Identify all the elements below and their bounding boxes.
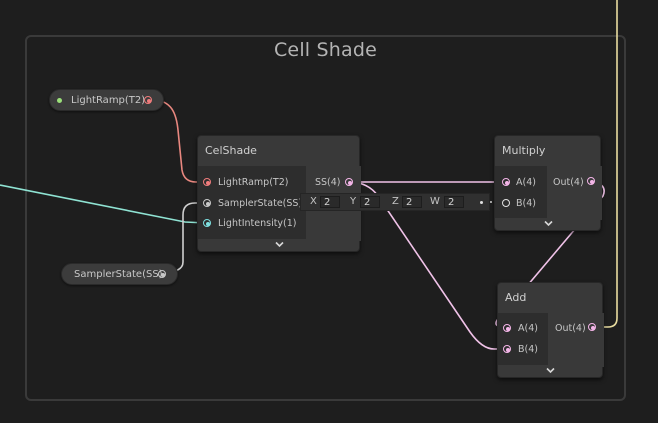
input-label-light-intensity: LightIntensity(1)	[218, 218, 297, 229]
node-footer[interactable]	[495, 218, 600, 230]
add-input-port-b[interactable]	[503, 345, 511, 353]
property-light-ramp[interactable]: LightRamp(T2)	[49, 89, 164, 111]
w-value[interactable]: 2	[444, 196, 464, 208]
x-label: X	[310, 196, 317, 207]
z-label: Z	[392, 196, 399, 207]
z-value[interactable]: 2	[402, 196, 422, 208]
multiply-input-port-b[interactable]	[502, 199, 510, 207]
input-port-sampler-state[interactable]	[203, 199, 211, 207]
add-input-label-a: A(4)	[518, 323, 538, 334]
add-output-port[interactable]	[588, 323, 596, 331]
node-title[interactable]: Add	[498, 283, 602, 313]
sampler-port-icon[interactable]	[158, 270, 166, 278]
add-output-label: Out(4)	[555, 323, 586, 334]
property-sampler-state[interactable]: SamplerState(SS)	[61, 263, 178, 285]
multiply-input-label-a: A(4)	[516, 177, 536, 188]
multiply-output-port[interactable]	[587, 177, 595, 185]
x-value[interactable]: 2	[320, 196, 340, 208]
chevron-down-icon[interactable]	[543, 219, 553, 228]
multiply-output-label: Out(4)	[553, 177, 584, 188]
vector4-input-field[interactable]: X 2 Y 2 Z 2 W 2	[300, 193, 490, 211]
chevron-down-icon[interactable]	[546, 366, 555, 375]
y-value[interactable]: 2	[360, 196, 380, 208]
property-light-ramp-label: LightRamp(T2)	[71, 95, 146, 106]
node-body	[498, 313, 604, 367]
node-title[interactable]: Multiply	[495, 136, 600, 166]
bool-dot-icon	[57, 98, 62, 103]
multiply-input-label-b: B(4)	[516, 198, 536, 209]
add-input-port-a[interactable]	[503, 324, 511, 332]
property-sampler-state-label: SamplerState(SS)	[74, 269, 163, 280]
y-label: Y	[350, 196, 357, 207]
node-body	[495, 166, 602, 220]
multiply-input-port-a[interactable]	[502, 178, 510, 186]
graph-canvas[interactable]: Cell Shade LightRamp(T2) SamplerState(SS…	[0, 0, 658, 423]
input-port-light-intensity[interactable]	[203, 219, 211, 227]
output-port-ss[interactable]	[345, 178, 353, 186]
w-label: W	[430, 196, 440, 207]
output-column	[547, 166, 602, 220]
node-footer[interactable]	[198, 239, 359, 251]
node-add[interactable]: Add	[497, 282, 604, 378]
node-title[interactable]: CelShade	[198, 136, 359, 166]
node-footer[interactable]	[498, 365, 602, 377]
output-column	[548, 313, 604, 367]
input-label-light-ramp: LightRamp(T2)	[218, 177, 289, 188]
chevron-down-icon[interactable]	[274, 240, 284, 249]
vector-connector-dot-icon	[480, 201, 483, 204]
group-title[interactable]: Cell Shade	[27, 39, 624, 61]
output-label-ss: SS(4)	[315, 177, 341, 188]
add-input-label-b: B(4)	[518, 344, 538, 355]
input-label-sampler-state: SamplerState(SS)	[218, 198, 303, 209]
texture-port-icon[interactable]	[144, 96, 152, 104]
input-port-light-ramp[interactable]	[203, 178, 211, 186]
node-multiply[interactable]: Multiply	[494, 135, 602, 231]
